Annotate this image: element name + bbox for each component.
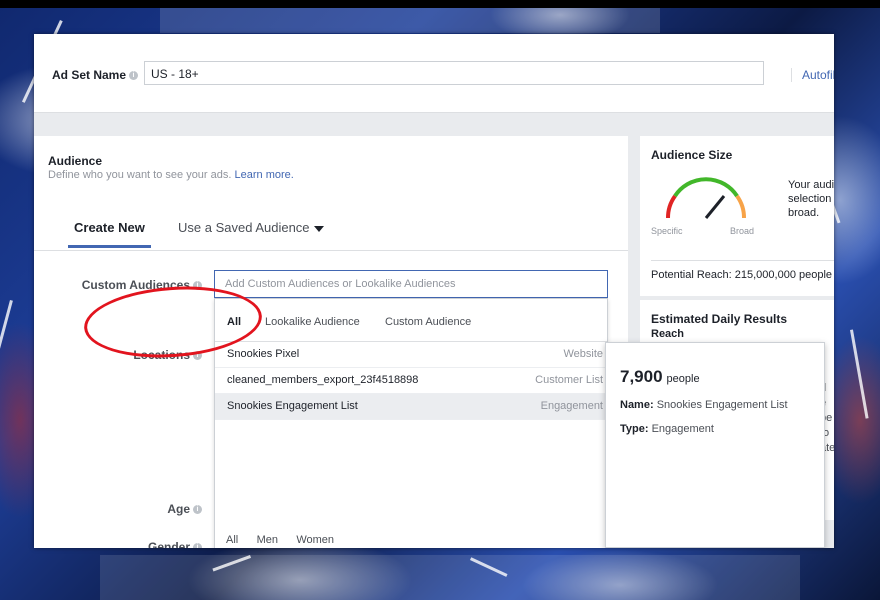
custom-audiences-dropdown: All Lookalike Audience Custom Audience S… [214, 298, 608, 548]
adset-name-card: Ad Set Name i US - 18+ Autofil [34, 34, 834, 113]
dropdown-tab-lookalike[interactable]: Lookalike Audience [265, 316, 360, 328]
gender-options: All Men Women [226, 534, 334, 546]
gender-women[interactable]: Women [296, 534, 334, 546]
gauge-needle [704, 195, 726, 219]
info-icon[interactable]: i [193, 505, 202, 515]
potential-reach: Potential Reach: 215,000,000 people [651, 260, 834, 281]
autofill-link[interactable]: Autofil [791, 68, 834, 82]
custom-audiences-input[interactable]: Add Custom Audiences or Lookalike Audien… [214, 270, 608, 298]
estimated-results-title: Estimated Daily Results [651, 312, 788, 326]
ads-manager-panel: Ad Set Name i US - 18+ Autofil Audience D… [34, 34, 834, 548]
gender-men[interactable]: Men [257, 534, 278, 546]
gender-all[interactable]: All [226, 534, 238, 546]
audience-tabs: Create New Use a Saved Audience [34, 210, 628, 251]
gauge-specific-label: Specific [651, 226, 683, 236]
gender-label: Gender i [148, 540, 202, 548]
dropdown-tab-custom[interactable]: Custom Audience [385, 316, 471, 328]
audience-option[interactable]: Snookies Pixel Website [215, 342, 607, 368]
audience-option-highlighted[interactable]: Snookies Engagement List Engagement [215, 394, 607, 420]
audience-name-line: Name: Snookies Engagement List [620, 399, 788, 411]
estimated-reach-label: Reach [651, 328, 685, 340]
audience-size-card: Audience Size Specific Broad Your audi s… [640, 136, 834, 296]
tab-saved-audience[interactable]: Use a Saved Audience [178, 220, 324, 235]
tab-create-new[interactable]: Create New [68, 220, 151, 248]
adset-name-input[interactable]: US - 18+ [144, 61, 764, 85]
age-label: Age i [167, 502, 202, 516]
learn-more-link[interactable]: Learn more. [235, 169, 294, 181]
info-icon[interactable]: i [129, 71, 139, 81]
audience-type-line: Type: Engagement [620, 423, 714, 435]
audience-size-title: Audience Size [651, 148, 733, 162]
adset-name-label: Ad Set Name i [52, 68, 139, 82]
caret-down-icon [313, 225, 324, 232]
audience-option[interactable]: cleaned_members_export_23f4518898 Custom… [215, 368, 607, 394]
dropdown-tabs: All Lookalike Audience Custom Audience [215, 299, 607, 342]
audience-detail-popover: 7,900 people Name: Snookies Engagement Li… [605, 342, 825, 548]
audience-count: 7,900 people [620, 367, 700, 386]
audience-size-text: Your audi selection broad. [788, 179, 834, 219]
info-icon[interactable]: i [193, 543, 202, 548]
audience-title: Audience [48, 154, 103, 168]
audience-subtitle: Define who you want to see your ads. Lea… [48, 169, 294, 181]
audience-gauge [665, 177, 747, 219]
gauge-broad-label: Broad [730, 226, 755, 236]
top-black-bar [0, 0, 880, 8]
